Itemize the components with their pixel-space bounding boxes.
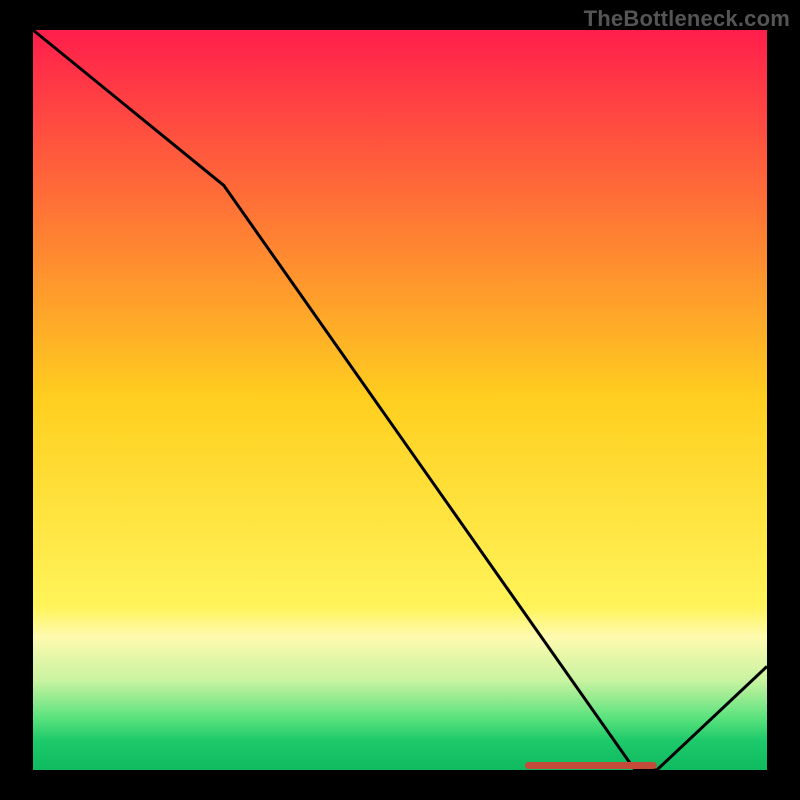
gradient-background	[33, 30, 767, 770]
chart-frame: TheBottleneck.com	[0, 0, 800, 800]
optimal-range-marker	[525, 762, 657, 769]
bottleneck-chart	[0, 0, 800, 800]
